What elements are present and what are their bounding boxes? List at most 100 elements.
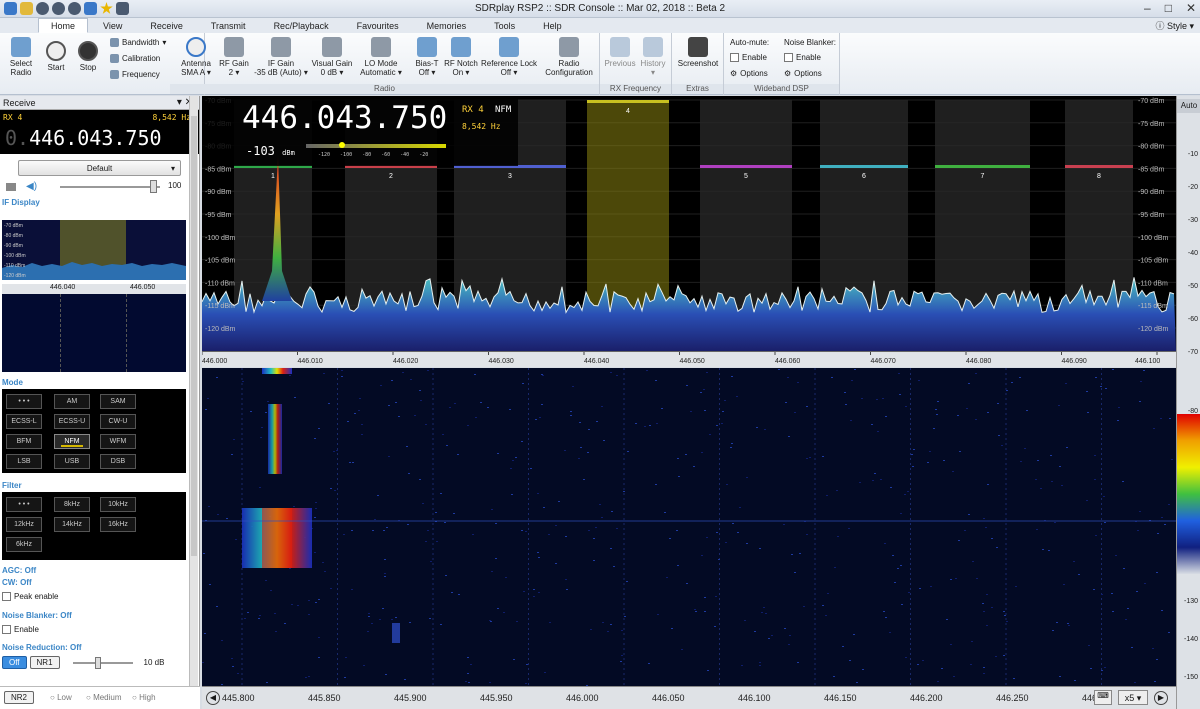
minimize-icon[interactable]: – [1144, 1, 1151, 15]
mode-dsb-button[interactable]: DSB [100, 454, 136, 469]
visual-gain-button[interactable]: Visual Gain 0 dB ▾ [310, 37, 354, 77]
frequency-button[interactable]: Frequency [110, 70, 160, 79]
tab-memories[interactable]: Memories [414, 18, 480, 33]
nr-off-button[interactable]: Off [2, 656, 27, 669]
noise-blanker-enable[interactable]: Enable [784, 53, 821, 62]
reference-lock-button[interactable]: Reference Lock Off ▾ [480, 37, 538, 77]
mode-ecss-u-button[interactable]: ECSS-U [54, 414, 90, 429]
checkbox[interactable] [730, 53, 739, 62]
maximize-icon[interactable]: □ [1165, 1, 1172, 15]
bias-t-button[interactable]: Bias-T Off ▾ [412, 37, 442, 77]
tab-receive[interactable]: Receive [137, 18, 196, 33]
close-icon[interactable]: ✕ [1186, 1, 1196, 15]
frequency-display[interactable]: RX 4 8,542 Hz 0.446.043.750 [0, 110, 199, 154]
tab-transmit[interactable]: Transmit [198, 18, 259, 33]
waterfall-frequency-bar[interactable]: ◀ 445.800 445.850 445.900 445.950 446.000 446… [202, 686, 1176, 709]
nb-enable-checkbox[interactable] [2, 625, 11, 634]
cw-title[interactable]: CW: Off [0, 578, 32, 588]
zoom-dropdown[interactable]: x5 ▾ [1118, 690, 1148, 705]
if-display-spectrum[interactable]: -70 dBm -80 dBm -90 dBm -100 dBm -110 dB… [2, 220, 186, 280]
auto-mute-enable[interactable]: Enable [730, 53, 767, 62]
mode-usb-button[interactable]: USB [54, 454, 90, 469]
rf-gain-button[interactable]: RF Gain 2 ▾ [218, 37, 250, 77]
tab-favourites[interactable]: Favourites [344, 18, 412, 33]
waterfall-speckle [822, 456, 824, 457]
medium-radio[interactable]: ○ Medium [86, 693, 122, 702]
left-scrollbar[interactable] [189, 96, 198, 709]
volume-thumb[interactable] [150, 180, 157, 193]
mode-wfm-button[interactable]: WFM [100, 434, 136, 449]
mode-cw-u-button[interactable]: CW-U [100, 414, 136, 429]
nr2-button[interactable]: NR2 [4, 691, 35, 704]
filter-more-button[interactable]: • • • [6, 497, 42, 512]
previous-button[interactable]: Previous [604, 37, 636, 68]
if-gain-button[interactable]: IF Gain -35 dB (Auto) ▾ [254, 37, 308, 77]
keyboard-icon[interactable]: ⌨ [1094, 690, 1112, 705]
peak-enable-row[interactable]: Peak enable [2, 592, 186, 601]
tab-rec-playback[interactable]: Rec/Playback [261, 18, 342, 33]
filter-14khz-button[interactable]: 14kHz [54, 517, 90, 532]
nr1-button[interactable]: NR1 [29, 656, 60, 669]
mode-ecss-l-button[interactable]: ECSS-L [6, 414, 42, 429]
mode-bfm-button[interactable]: BFM [6, 434, 42, 449]
waterfall-color-scale[interactable] [1177, 414, 1200, 574]
speaker-icon[interactable]: ◀) [26, 181, 37, 192]
if-waterfall[interactable] [2, 294, 186, 372]
stop-button[interactable]: Stop [74, 41, 102, 72]
filter-16khz-button[interactable]: 16kHz [100, 517, 136, 532]
scrollbar-thumb[interactable] [191, 116, 197, 556]
scroll-right-icon[interactable]: ▶ [1154, 691, 1168, 705]
spectrum-frequency-axis[interactable]: 446.000 446.010 446.020 446.030 446.040 446.0… [201, 351, 1176, 367]
noise-reduction-title[interactable]: Noise Reduction: Off [0, 643, 82, 653]
mode-lsb-button[interactable]: LSB [6, 454, 42, 469]
low-radio[interactable]: ○ Low [50, 693, 72, 702]
bandwidth-button[interactable]: Bandwidth ▾ [110, 38, 166, 47]
nr-slider-thumb[interactable] [94, 656, 101, 669]
volume-slider[interactable] [60, 186, 160, 188]
waterfall-speckle [388, 456, 390, 457]
auto-scale-button[interactable]: Auto [1177, 99, 1200, 113]
noise-blanker-title[interactable]: Noise Blanker: Off [0, 611, 72, 621]
waterfall-speckle [1093, 589, 1095, 590]
filter-8khz-button[interactable]: 8kHz [54, 497, 90, 512]
history-button[interactable]: History ▾ [638, 37, 668, 77]
filter-6khz-button[interactable]: 6kHz [6, 537, 42, 552]
waterfall-display[interactable] [202, 368, 1176, 687]
waterfall-speckle [778, 369, 780, 370]
waterfall-speckle [495, 523, 497, 524]
style-menu[interactable]: ⓘ Style ▾ [1155, 19, 1194, 32]
filter-12khz-button[interactable]: 12kHz [6, 517, 42, 532]
preset-dropdown[interactable]: Default ▾ [18, 160, 181, 176]
spectrum-display[interactable]: 12345678 -70 dBm-70 dBm-75 dBm-75 dBm-80… [201, 96, 1176, 351]
radio-configuration-button[interactable]: Radio Configuration [542, 37, 596, 77]
mode-am-button[interactable]: AM [54, 394, 90, 409]
agc-title[interactable]: AGC: Off [0, 566, 36, 576]
tab-home[interactable]: Home [38, 18, 89, 33]
nr-slider[interactable] [72, 656, 133, 669]
waterfall-speckle [877, 431, 879, 432]
checkbox[interactable] [784, 53, 793, 62]
mode-sam-button[interactable]: SAM [100, 394, 136, 409]
peak-enable-checkbox[interactable] [2, 592, 11, 601]
auto-mute-options[interactable]: ⚙ Options [730, 69, 768, 78]
tab-view[interactable]: View [90, 18, 135, 33]
tab-help[interactable]: Help [530, 18, 575, 33]
calibration-button[interactable]: Calibration [110, 54, 160, 63]
mode-more-button[interactable]: • • • [6, 394, 42, 409]
start-button[interactable]: Start [42, 41, 70, 72]
select-radio-button[interactable]: Select Radio [4, 37, 38, 77]
antenna-button[interactable]: Antenna SMA A ▾ [178, 37, 214, 77]
screenshot-button[interactable]: Screenshot [676, 37, 720, 68]
high-radio[interactable]: ○ High [132, 693, 156, 702]
mode-nfm-button[interactable]: NFM [54, 434, 90, 449]
readout-frequency[interactable]: 446.043.750 [242, 100, 447, 136]
waterfall-speckle [440, 624, 442, 625]
lo-mode-button[interactable]: LO Mode Automatic ▾ [358, 37, 404, 77]
scroll-left-icon[interactable]: ◀ [206, 691, 220, 705]
tab-tools[interactable]: Tools [481, 18, 528, 33]
nb-enable-row[interactable]: Enable [2, 625, 186, 634]
rf-notch-button[interactable]: RF Notch On ▾ [442, 37, 480, 77]
filter-10khz-button[interactable]: 10kHz [100, 497, 136, 512]
waterfall-speckle [884, 543, 886, 544]
noise-blanker-options[interactable]: ⚙ Options [784, 69, 822, 78]
